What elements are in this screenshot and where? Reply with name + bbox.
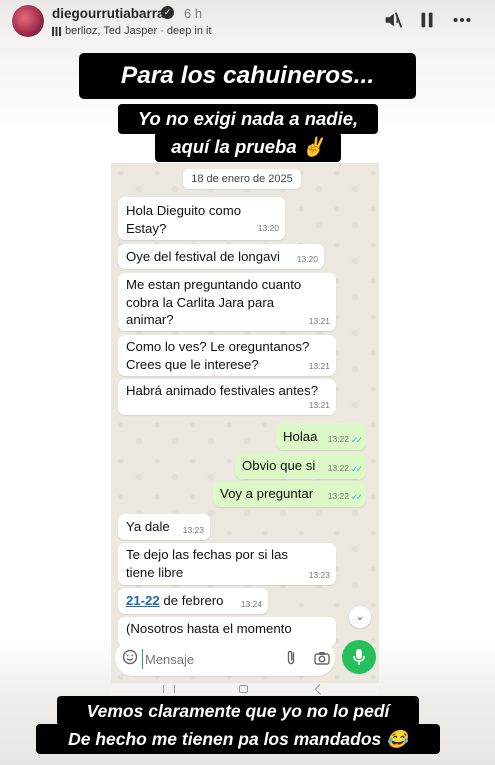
message-time: 13:23 bbox=[182, 524, 204, 535]
message-time: 13:21 bbox=[308, 315, 330, 326]
message-bubble: Me estan preguntando cuanto cobra la Car… bbox=[118, 273, 336, 331]
message-bubble-sent: Holaa 13:22 ✓✓ bbox=[276, 423, 366, 450]
read-ticks-icon: ✓✓ bbox=[350, 491, 363, 502]
message-text: 21-22 de febrero bbox=[126, 592, 224, 610]
camera-icon[interactable] bbox=[313, 649, 331, 667]
message-text: (Nosotros hasta el momento bbox=[126, 621, 292, 636]
message-input[interactable] bbox=[142, 649, 267, 669]
message-time: 13:22 bbox=[327, 490, 349, 501]
music-bars-icon bbox=[52, 26, 61, 36]
message-time: 13:24 bbox=[240, 598, 262, 609]
message-bubble: Hola Dieguito como Estay? 13:20 bbox=[118, 197, 285, 240]
username[interactable]: diegourrutiabarra bbox=[52, 6, 165, 21]
recents-nav-icon[interactable] bbox=[163, 685, 175, 693]
verified-badge-icon: ✓ bbox=[161, 6, 174, 19]
back-nav-icon[interactable] bbox=[314, 684, 326, 695]
message-text: Obvio que si bbox=[242, 458, 316, 473]
message-text: Ya dale bbox=[126, 519, 170, 534]
emoji-icon[interactable] bbox=[122, 649, 138, 665]
message-bubble-sent: Obvio que si 13:22 ✓✓ bbox=[235, 453, 366, 479]
message-text: Oye del festival de longavi bbox=[126, 249, 280, 264]
android-nav-bar bbox=[111, 683, 379, 695]
message-time: 13:22 bbox=[327, 462, 349, 473]
message-bubble: Habrá animado festivales antes? 13:21 bbox=[118, 379, 336, 415]
caption-line-1: Yo no exigi nada a nadie, bbox=[118, 104, 378, 134]
message-bubble: Oye del festival de longavi 13:20 bbox=[118, 244, 324, 269]
read-ticks-icon: ✓✓ bbox=[350, 463, 363, 474]
message-text: Voy a preguntar bbox=[220, 486, 314, 501]
chevron-down-icon[interactable]: ⌄ bbox=[349, 606, 371, 628]
message-time: 13:20 bbox=[296, 253, 318, 264]
caption-bottom-1: Vemos claramente que yo no lo pedí bbox=[57, 696, 419, 726]
message-text: Me estan preguntando cuanto cobra la Car… bbox=[126, 277, 302, 327]
caption-title: Para los cahuineros... bbox=[79, 53, 416, 99]
chat-screenshot: 18 de enero de 2025 Hola Dieguito como E… bbox=[111, 163, 379, 695]
message-input-bar bbox=[115, 640, 335, 676]
message-text: Hola Dieguito como Estay? bbox=[126, 203, 242, 236]
message-time: 13:21 bbox=[308, 399, 330, 410]
post-time: 6 h bbox=[184, 6, 203, 21]
message-text: Como lo ves? Le oreguntanos? Crees que l… bbox=[126, 339, 310, 372]
message-bubble: Ya dale 13:23 bbox=[118, 514, 210, 540]
caption-line-2: aquí la prueba ✌️ bbox=[155, 132, 341, 162]
avatar[interactable] bbox=[12, 5, 44, 37]
message-bubble: Como lo ves? Le oreguntanos? Crees que l… bbox=[118, 335, 336, 376]
music-info[interactable]: berlioz, Ted Jasper · deep in it bbox=[52, 25, 212, 37]
date-link[interactable]: 21-22 bbox=[126, 593, 160, 608]
message-text: Te dejo las fechas por si las tiene libr… bbox=[126, 547, 288, 580]
message-time: 13:22 bbox=[327, 433, 349, 444]
caption-bottom-2: De hecho me tienen pa los mandados 😂 bbox=[36, 724, 440, 754]
read-ticks-icon: ✓✓ bbox=[350, 434, 363, 445]
message-bubble: 21-22 de febrero 13:24 bbox=[118, 588, 268, 614]
clip-icon[interactable] bbox=[283, 649, 299, 667]
music-label: berlioz, Ted Jasper · deep in it bbox=[65, 25, 212, 37]
more-icon[interactable] bbox=[451, 9, 473, 31]
message-time: 13:21 bbox=[308, 360, 330, 371]
message-time: 13:20 bbox=[257, 222, 279, 233]
message-text-rest: de febrero bbox=[159, 593, 224, 608]
message-text: Habrá animado festivales antes? bbox=[126, 383, 319, 398]
pause-icon[interactable] bbox=[416, 9, 438, 31]
mic-icon bbox=[353, 649, 365, 665]
message-bubble-sent: Voy a preguntar 13:22 ✓✓ bbox=[213, 481, 366, 507]
mic-button[interactable] bbox=[342, 640, 376, 674]
home-nav-icon[interactable] bbox=[239, 685, 248, 693]
date-chip: 18 de enero de 2025 bbox=[183, 169, 301, 189]
message-time: 13:23 bbox=[308, 569, 330, 580]
story-screen: diegourrutiabarra ✓ 6 h berlioz, Ted Jas… bbox=[0, 0, 495, 765]
message-bubble: Te dejo las fechas por si las tiene libr… bbox=[118, 543, 336, 585]
mute-icon[interactable] bbox=[382, 9, 404, 31]
message-text: Holaa bbox=[283, 429, 318, 444]
